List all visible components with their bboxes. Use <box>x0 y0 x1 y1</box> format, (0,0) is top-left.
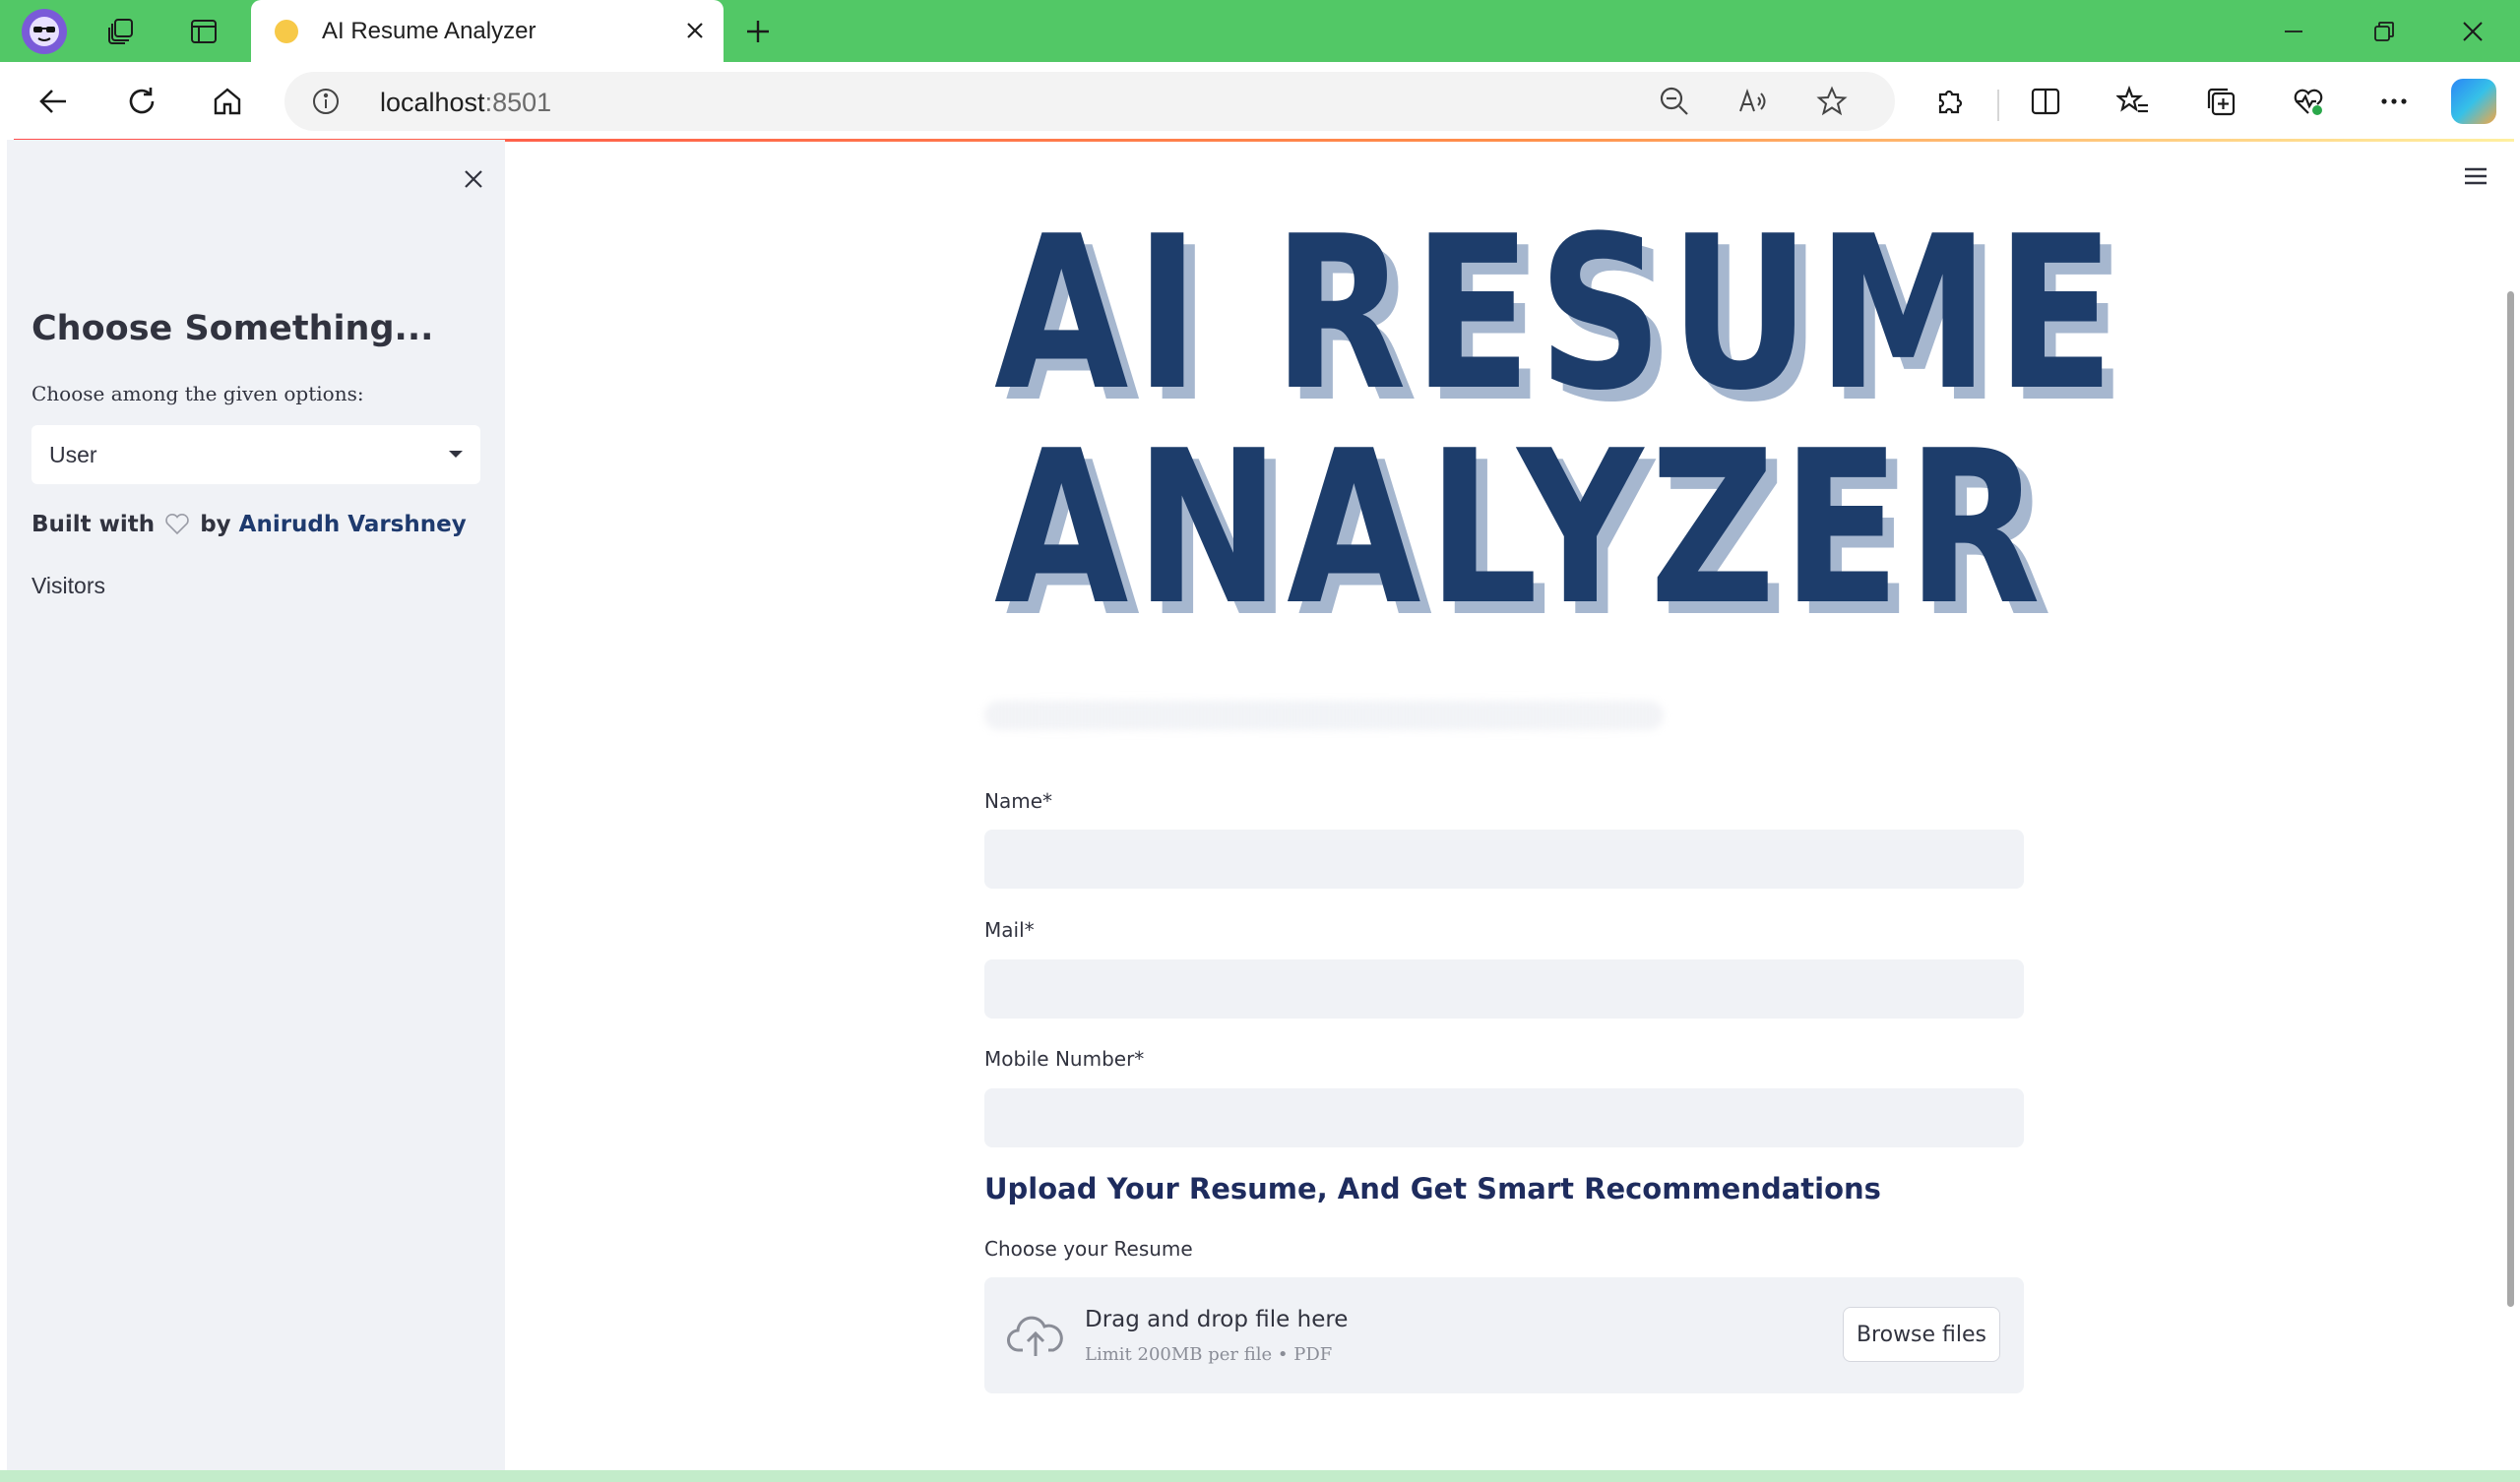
mobile-label: Mobile Number* <box>984 1047 1145 1071</box>
upload-heading: Upload Your Resume, And Get Smart Recomm… <box>984 1172 1881 1205</box>
url-port: :8501 <box>484 88 552 117</box>
refresh-icon[interactable] <box>118 78 165 125</box>
browser-titlebar: AI Resume Analyzer <box>0 0 2520 62</box>
browse-files-button[interactable]: Browse files <box>1843 1307 2000 1362</box>
url-text[interactable]: localhost:8501 <box>380 88 551 118</box>
workspaces-icon[interactable] <box>99 10 143 53</box>
built-with-by: by <box>200 512 231 537</box>
role-select[interactable]: User <box>32 425 480 484</box>
name-input[interactable] <box>984 830 2024 889</box>
built-with-credit: Built with by Anirudh Varshney <box>32 512 467 537</box>
read-aloud-icon[interactable] <box>1735 84 1771 119</box>
window-close-icon[interactable] <box>2443 10 2502 53</box>
dropzone-instruction: Drag and drop file here <box>1085 1307 1349 1332</box>
split-screen-icon[interactable] <box>2022 78 2069 125</box>
favicon-icon <box>275 20 298 43</box>
heart-icon <box>165 513 189 535</box>
name-label: Name* <box>984 789 1053 813</box>
copilot-icon[interactable] <box>2451 79 2496 124</box>
favorites-icon[interactable] <box>2110 78 2157 125</box>
plus-icon[interactable] <box>736 10 780 53</box>
built-with-prefix: Built with <box>32 512 156 537</box>
upload-label: Choose your Resume <box>984 1237 1193 1261</box>
logo-line-2: ANALYZER <box>994 404 2048 651</box>
star-icon[interactable] <box>1814 84 1850 119</box>
zoom-out-icon[interactable] <box>1657 84 1692 119</box>
chevron-down-icon <box>449 451 463 458</box>
heartbeat-icon[interactable] <box>2285 78 2332 125</box>
sidebar-close-icon[interactable] <box>454 159 493 199</box>
minimize-icon[interactable] <box>2264 10 2323 53</box>
tab-ai-resume-analyzer[interactable]: AI Resume Analyzer <box>251 0 724 62</box>
tab-actions-icon[interactable] <box>182 10 225 53</box>
browser-toolbar: localhost:8501 <box>0 62 2520 140</box>
url-host: localhost <box>380 88 485 117</box>
mail-input[interactable] <box>984 959 2024 1019</box>
visitors-text: Visitors <box>32 573 105 598</box>
mail-label: Mail* <box>984 918 1035 942</box>
cloud-upload-icon <box>1006 1311 1065 1360</box>
window-bottom-edge <box>0 1470 2520 1482</box>
mobile-input[interactable] <box>984 1088 2024 1147</box>
collections-icon[interactable] <box>2197 78 2244 125</box>
tab-title: AI Resume Analyzer <box>322 18 536 44</box>
app-logo: AI RESUME ANALYZER <box>994 190 2121 651</box>
more-icon[interactable] <box>2370 78 2418 125</box>
sidebar-select-label: Choose among the given options: <box>32 382 364 405</box>
address-bar[interactable]: localhost:8501 <box>284 72 1895 131</box>
author-link[interactable]: Anirudh Varshney <box>239 512 467 537</box>
role-select-value: User <box>49 442 97 467</box>
resume-dropzone[interactable]: Drag and drop file here Limit 200MB per … <box>984 1277 2024 1393</box>
toolbar-divider <box>1997 90 1999 121</box>
puzzle-icon[interactable] <box>1927 78 1975 125</box>
info-icon[interactable] <box>310 86 342 117</box>
logo-line-1: AI RESUME <box>994 190 2121 437</box>
dropzone-limit: Limit 200MB per file • PDF <box>1085 1344 1333 1365</box>
close-icon[interactable] <box>678 14 712 47</box>
sidebar: Choose Something... Choose among the giv… <box>7 140 505 1470</box>
sidebar-heading: Choose Something... <box>32 309 434 348</box>
home-icon[interactable] <box>204 78 251 125</box>
back-arrow-icon[interactable] <box>30 78 77 125</box>
scrollbar-thumb[interactable] <box>2507 291 2514 1307</box>
blurred-caption <box>984 701 1664 730</box>
main-menu-icon[interactable] <box>2459 159 2492 193</box>
profile-avatar-icon[interactable] <box>22 9 67 54</box>
restore-icon[interactable] <box>2355 10 2414 53</box>
